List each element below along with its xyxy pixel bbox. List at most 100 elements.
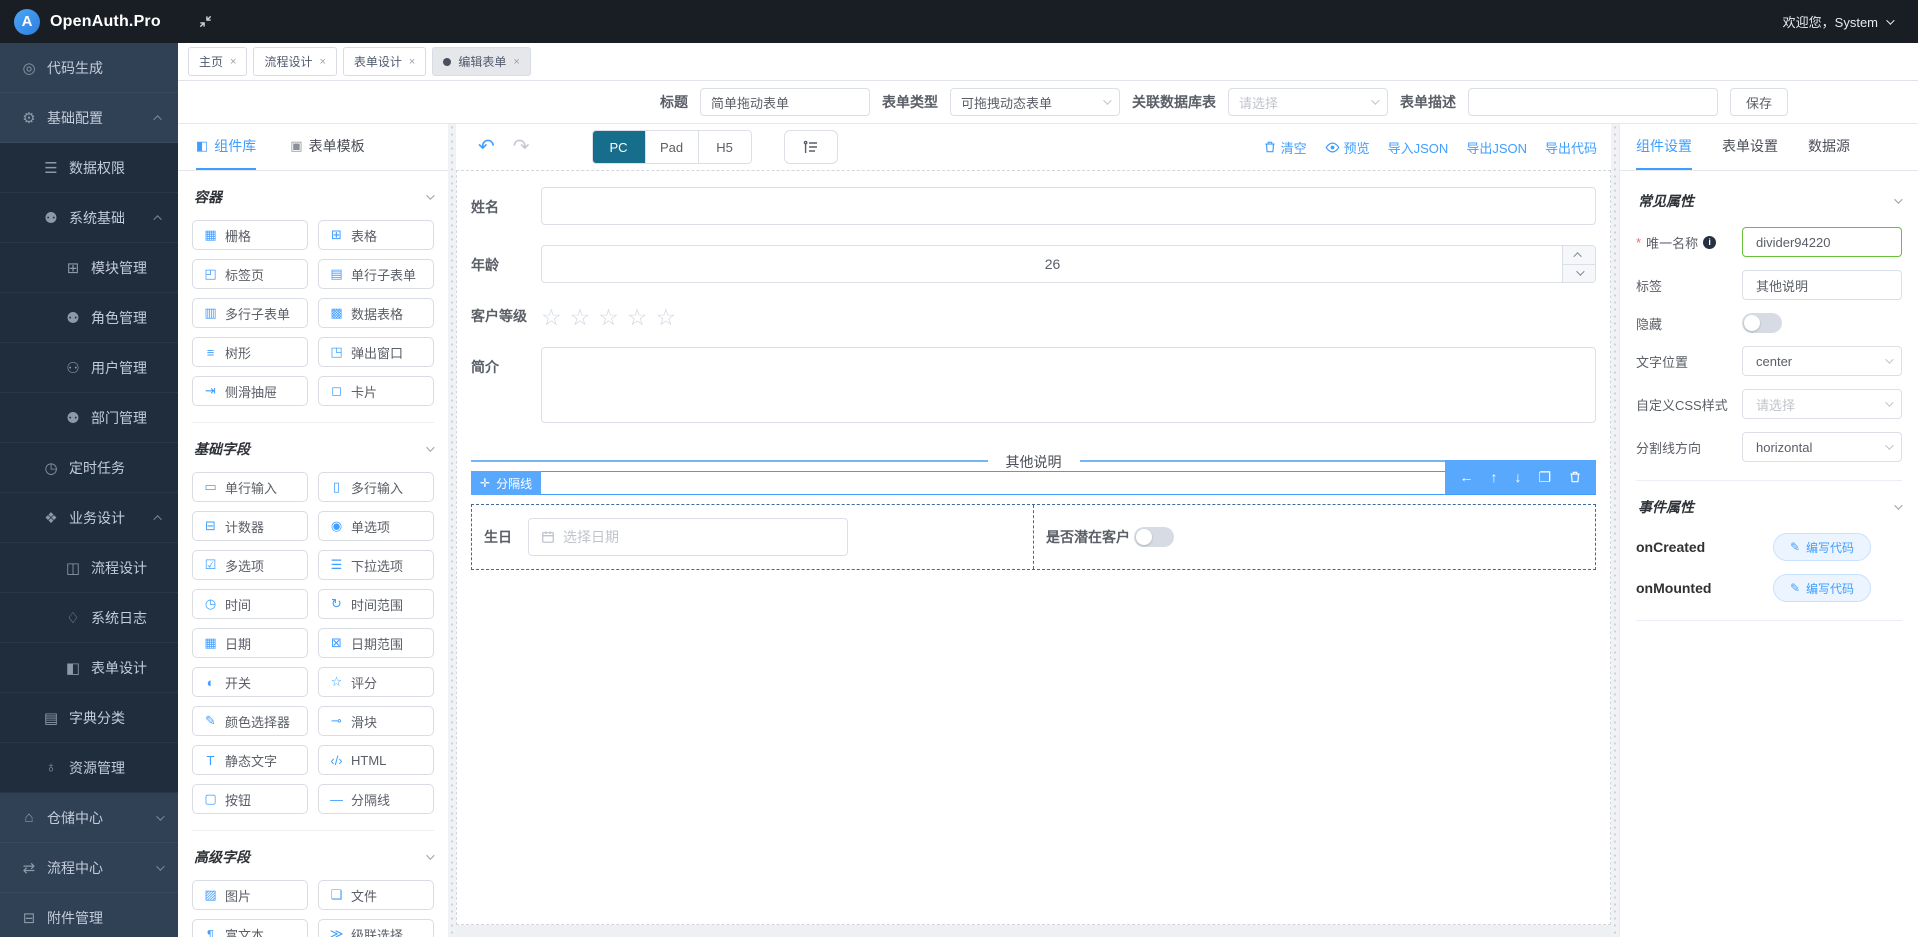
- chevron-down-icon[interactable]: [426, 191, 434, 199]
- lib-item-radio[interactable]: ◉单选项: [318, 511, 434, 541]
- tab-form-settings[interactable]: 表单设置: [1722, 124, 1778, 170]
- sidebar-item-form-design[interactable]: ◧表单设计: [0, 643, 178, 693]
- lib-item-date-range[interactable]: ⊠日期范围: [318, 628, 434, 658]
- divider-direction-select[interactable]: horizontal: [1742, 432, 1902, 462]
- sidebar-item-warehouse-center[interactable]: ⌂仓储中心: [0, 793, 178, 843]
- sidebar-item-process-design[interactable]: ◫流程设计: [0, 543, 178, 593]
- lib-item-data-table[interactable]: ▩数据表格: [318, 298, 434, 328]
- redo-icon[interactable]: ↷: [513, 137, 530, 157]
- form-desc-input[interactable]: [1468, 88, 1718, 116]
- sidebar-item-data-permission[interactable]: ☰数据权限: [0, 143, 178, 193]
- import-json-button[interactable]: 导入JSON: [1388, 138, 1449, 157]
- hidden-switch[interactable]: [1742, 313, 1782, 333]
- save-button[interactable]: 保存: [1730, 88, 1788, 116]
- page-tab-edit-form[interactable]: 编辑表单×: [432, 47, 530, 76]
- tab-data-source[interactable]: 数据源: [1808, 124, 1850, 170]
- name-input[interactable]: [541, 187, 1596, 225]
- spinner-up-button[interactable]: [1563, 246, 1595, 265]
- sidebar-item-department-management[interactable]: ⚉部门管理: [0, 393, 178, 443]
- label-input[interactable]: [1742, 270, 1902, 300]
- device-h5-button[interactable]: H5: [698, 131, 751, 163]
- close-icon[interactable]: ×: [409, 56, 415, 68]
- sidebar-item-basic-config[interactable]: ⚙基础配置: [0, 93, 178, 143]
- lib-item-file[interactable]: ❑文件: [318, 880, 434, 910]
- star-icon[interactable]: ☆: [598, 306, 619, 329]
- sidebar-item-attachment-management[interactable]: ⊟附件管理: [0, 893, 178, 937]
- star-icon[interactable]: ☆: [541, 306, 562, 329]
- sidebar-item-role-management[interactable]: ⚉角色管理: [0, 293, 178, 343]
- export-json-button[interactable]: 导出JSON: [1466, 138, 1527, 157]
- page-tab-process-design[interactable]: 流程设计×: [253, 47, 336, 76]
- export-code-button[interactable]: 导出代码: [1545, 138, 1597, 157]
- intro-textarea[interactable]: [541, 347, 1596, 423]
- page-tab-home[interactable]: 主页×: [188, 47, 247, 76]
- close-icon[interactable]: ×: [319, 56, 325, 68]
- field-age[interactable]: 年龄: [471, 245, 1596, 283]
- lib-item-single-subform[interactable]: ▤单行子表单: [318, 259, 434, 289]
- move-left-icon[interactable]: ←: [1459, 470, 1473, 484]
- lib-item-time-range[interactable]: ↻时间范围: [318, 589, 434, 619]
- spinner-down-button[interactable]: [1563, 265, 1595, 283]
- birthday-date-picker[interactable]: 选择日期: [528, 518, 848, 556]
- form-canvas[interactable]: 姓名 年龄: [456, 170, 1611, 925]
- lib-item-grid[interactable]: ▦栅格: [192, 220, 308, 250]
- write-code-button[interactable]: ✎编写代码: [1773, 533, 1871, 561]
- star-icon[interactable]: ☆: [570, 306, 591, 329]
- age-number-input[interactable]: [541, 245, 1596, 283]
- text-position-select[interactable]: center: [1742, 346, 1902, 376]
- undo-icon[interactable]: ↶: [478, 137, 495, 157]
- lib-item-switch[interactable]: ◐开关: [192, 667, 308, 697]
- sidebar-item-dictionary-category[interactable]: ▤字典分类: [0, 693, 178, 743]
- tab-component-settings[interactable]: 组件设置: [1636, 124, 1692, 170]
- sidebar-item-code-generation[interactable]: ◎代码生成: [0, 43, 178, 93]
- field-potential-customer[interactable]: 是否潜在客户: [1034, 505, 1595, 569]
- lib-item-date[interactable]: ▦日期: [192, 628, 308, 658]
- chevron-down-icon[interactable]: [1894, 195, 1902, 203]
- tab-component-library[interactable]: ◧组件库: [196, 124, 256, 170]
- copy-icon[interactable]: ❐: [1538, 470, 1551, 484]
- unique-name-input[interactable]: [1742, 227, 1902, 257]
- lib-item-checkbox[interactable]: ☑多选项: [192, 550, 308, 580]
- lib-item-counter[interactable]: ⊟计数器: [192, 511, 308, 541]
- sidebar-item-scheduled-task[interactable]: ◷定时任务: [0, 443, 178, 493]
- clear-button[interactable]: 清空: [1263, 138, 1307, 157]
- device-pc-button[interactable]: PC: [593, 131, 645, 163]
- selected-component-outline[interactable]: ✛ 分隔线 ← ↑ ↓ ❐: [471, 471, 1596, 495]
- library-scrollbar[interactable]: [448, 124, 456, 937]
- lib-item-tree[interactable]: ≡树形: [192, 337, 308, 367]
- lib-item-tab-page[interactable]: ◰标签页: [192, 259, 308, 289]
- lib-item-select[interactable]: ☰下拉选项: [318, 550, 434, 580]
- field-birthday[interactable]: 生日 选择日期: [472, 505, 1034, 569]
- lib-item-card[interactable]: ◻卡片: [318, 376, 434, 406]
- close-icon[interactable]: ×: [513, 56, 519, 68]
- star-icon[interactable]: ☆: [656, 306, 677, 329]
- sidebar-item-system-log[interactable]: ♢系统日志: [0, 593, 178, 643]
- sidebar-item-business-design[interactable]: ❖业务设计: [0, 493, 178, 543]
- sidebar-item-system-basic[interactable]: ⚉系统基础: [0, 193, 178, 243]
- lib-item-popup[interactable]: ◳弹出窗口: [318, 337, 434, 367]
- row-container[interactable]: 生日 选择日期 是否潜在客户: [471, 504, 1596, 570]
- sidebar-item-user-management[interactable]: ⚇用户管理: [0, 343, 178, 393]
- move-down-icon[interactable]: ↓: [1514, 470, 1521, 484]
- lib-item-slider[interactable]: ⊸滑块: [318, 706, 434, 736]
- tab-form-templates[interactable]: ▣表单模板: [290, 124, 364, 170]
- lib-item-input[interactable]: ▭单行输入: [192, 472, 308, 502]
- lib-item-color-picker[interactable]: ✎颜色选择器: [192, 706, 308, 736]
- lib-item-button[interactable]: ▢按钮: [192, 784, 308, 814]
- preview-button[interactable]: 预览: [1325, 138, 1370, 157]
- page-tab-form-design[interactable]: 表单设计×: [343, 47, 426, 76]
- custom-css-select[interactable]: 请选择: [1742, 389, 1902, 419]
- chevron-down-icon[interactable]: [426, 443, 434, 451]
- lib-item-time[interactable]: ◷时间: [192, 589, 308, 619]
- sidebar-item-process-center[interactable]: ⇄流程中心: [0, 843, 178, 893]
- field-customer-level[interactable]: 客户等级 ☆☆☆☆☆: [471, 303, 1596, 329]
- move-up-icon[interactable]: ↑: [1490, 470, 1497, 484]
- form-title-input[interactable]: [700, 88, 870, 116]
- info-icon[interactable]: i: [1703, 236, 1716, 249]
- lib-item-cascader[interactable]: ≫级联选择: [318, 919, 434, 937]
- delete-icon[interactable]: [1568, 470, 1582, 484]
- canvas-scrollbar[interactable]: [1611, 124, 1619, 937]
- lib-item-drawer[interactable]: ⇥侧滑抽屉: [192, 376, 308, 406]
- lib-item-rate[interactable]: ☆评分: [318, 667, 434, 697]
- lib-item-divider[interactable]: —分隔线: [318, 784, 434, 814]
